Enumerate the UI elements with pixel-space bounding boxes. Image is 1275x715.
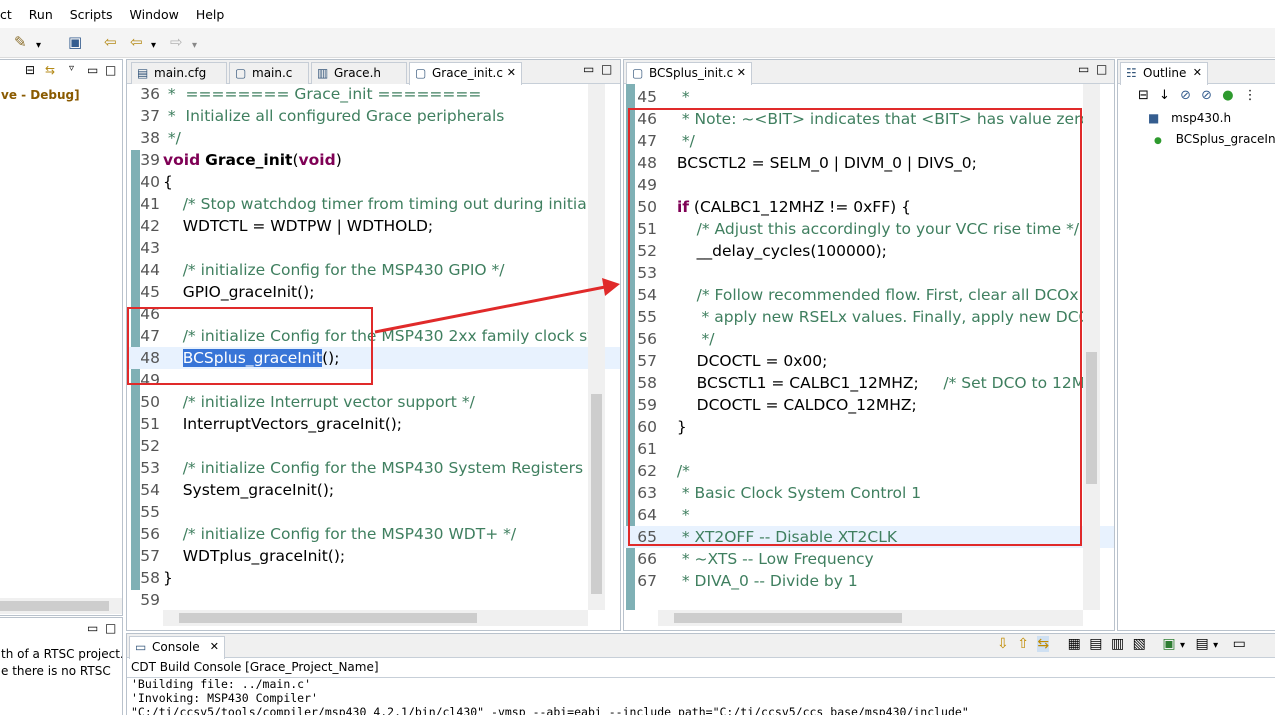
annotation-arrow — [374, 278, 620, 334]
